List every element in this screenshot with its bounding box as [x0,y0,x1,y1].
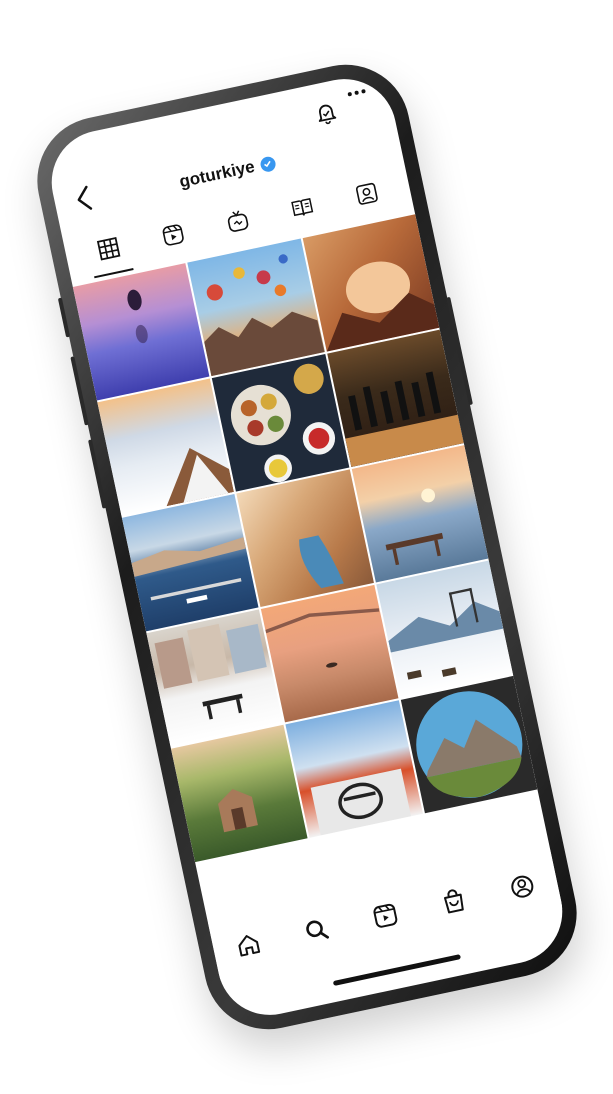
guides-icon [288,193,316,221]
igtv-icon [224,207,252,235]
tab-grid[interactable] [85,225,132,272]
post-tile-canyon-river[interactable] [236,469,374,607]
post-grid [72,214,538,863]
more-horizontal-icon[interactable] [346,88,367,98]
search-icon[interactable] [299,913,335,949]
tab-igtv[interactable] [214,198,261,245]
stage: goturkiye [0,0,613,1094]
username[interactable]: goturkiye [178,157,257,192]
post-tile-snowy-mountain-swing[interactable] [375,560,513,698]
verified-badge-icon [258,154,277,173]
post-tile-green-valley-ruins[interactable] [170,724,308,863]
shop-icon[interactable] [436,883,472,919]
post-tile-turkish-breakfast-plates[interactable] [212,354,350,492]
post-tile-person-reflection-sunset[interactable] [72,263,210,401]
profile-icon[interactable] [505,869,541,905]
post-tile-sea-sunset-picnic-table[interactable] [351,445,489,583]
post-tile-hot-air-balloons-cappadocia[interactable] [187,238,325,377]
tab-reels[interactable] [149,211,196,258]
tab-tagged[interactable] [343,170,390,217]
reels-icon[interactable] [368,898,404,934]
bottom-navigation [207,850,563,982]
post-tile-lake-boat-sunset[interactable] [261,584,399,723]
phone: goturkiye [25,52,589,1042]
post-tile-rock-arch-canyon[interactable] [302,214,440,352]
notification-bell-icon[interactable] [312,98,340,126]
grid-icon [96,236,122,262]
post-tile-istanbul-bosphorus-aerial[interactable] [121,493,259,632]
tagged-icon [353,180,381,208]
post-tile-mountain-fisheye[interactable] [400,675,538,814]
post-tile-snowy-street-bench[interactable] [146,609,284,747]
home-icon[interactable] [231,927,267,963]
tab-guides[interactable] [279,184,326,231]
post-tile-sky-building-mural[interactable] [285,700,423,838]
post-tile-clouds-mountain-peak[interactable] [97,378,235,516]
reels-icon [159,221,187,249]
post-tile-orchestra-concert[interactable] [326,329,464,468]
